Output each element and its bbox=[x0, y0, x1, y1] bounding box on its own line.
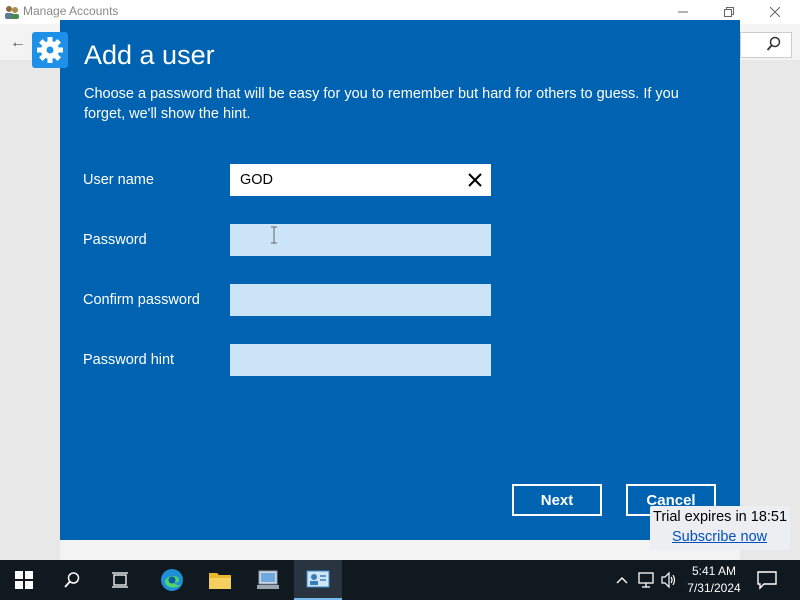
trial-expiry-text: Trial expires in 18:51 bbox=[653, 509, 788, 525]
volume-button[interactable] bbox=[660, 570, 680, 590]
control-panel-icon bbox=[257, 570, 279, 589]
confirm-password-field[interactable] bbox=[230, 284, 491, 316]
taskbar: 5:41 AM 7/31/2024 bbox=[0, 560, 800, 600]
search-icon bbox=[64, 572, 80, 588]
clear-input-button[interactable] bbox=[462, 164, 488, 196]
windows-logo-icon bbox=[15, 571, 33, 589]
minimize-icon bbox=[678, 11, 688, 13]
network-button[interactable] bbox=[636, 570, 656, 590]
edge-browser-button[interactable] bbox=[148, 560, 196, 600]
settings-gear-icon bbox=[32, 32, 68, 68]
search-button[interactable] bbox=[48, 560, 96, 600]
confirm-password-label: Confirm password bbox=[83, 292, 200, 308]
close-icon bbox=[468, 173, 482, 187]
back-arrow-icon[interactable]: ← bbox=[10, 34, 26, 52]
notifications-icon[interactable] bbox=[756, 570, 778, 590]
username-field[interactable] bbox=[230, 164, 491, 196]
start-button[interactable] bbox=[0, 560, 48, 600]
users-app-icon bbox=[5, 6, 19, 19]
close-button[interactable] bbox=[752, 0, 798, 24]
control-panel-button[interactable] bbox=[244, 560, 292, 600]
close-icon bbox=[770, 7, 780, 17]
search-icon bbox=[766, 36, 781, 51]
show-hidden-icons-button[interactable] bbox=[612, 570, 632, 590]
password-label: Password bbox=[83, 232, 147, 248]
clock[interactable]: 5:41 AM 7/31/2024 bbox=[682, 563, 746, 597]
chevron-up-icon bbox=[616, 577, 628, 584]
right-panel bbox=[740, 60, 800, 560]
add-user-dialog: Add a user Choose a password that will b… bbox=[32, 20, 740, 540]
edge-icon bbox=[161, 569, 183, 591]
window-title: Manage Accounts bbox=[23, 4, 119, 18]
text-cursor-icon bbox=[271, 226, 277, 244]
trial-banner: Trial expires in 18:51 Subscribe now bbox=[650, 506, 790, 550]
password-hint-field[interactable] bbox=[230, 344, 491, 376]
network-icon bbox=[638, 572, 654, 588]
clock-date: 7/31/2024 bbox=[687, 581, 741, 595]
speaker-icon bbox=[661, 572, 676, 588]
next-button[interactable]: Next bbox=[512, 484, 602, 516]
left-panel bbox=[0, 60, 60, 560]
folder-icon bbox=[209, 573, 231, 589]
dialog-description: Choose a password that will be easy for … bbox=[84, 86, 679, 122]
subscribe-link[interactable]: Subscribe now bbox=[672, 529, 767, 545]
username-label: User name bbox=[83, 172, 154, 188]
task-view-button[interactable] bbox=[96, 560, 144, 600]
task-view-icon bbox=[112, 572, 128, 588]
user-accounts-icon bbox=[306, 570, 330, 588]
restore-icon bbox=[724, 7, 734, 17]
clock-time: 5:41 AM bbox=[691, 564, 737, 578]
file-explorer-button[interactable] bbox=[196, 560, 244, 600]
password-hint-label: Password hint bbox=[83, 352, 175, 368]
manage-accounts-taskbar-button[interactable] bbox=[294, 560, 342, 600]
dialog-title: Add a user bbox=[84, 40, 215, 70]
